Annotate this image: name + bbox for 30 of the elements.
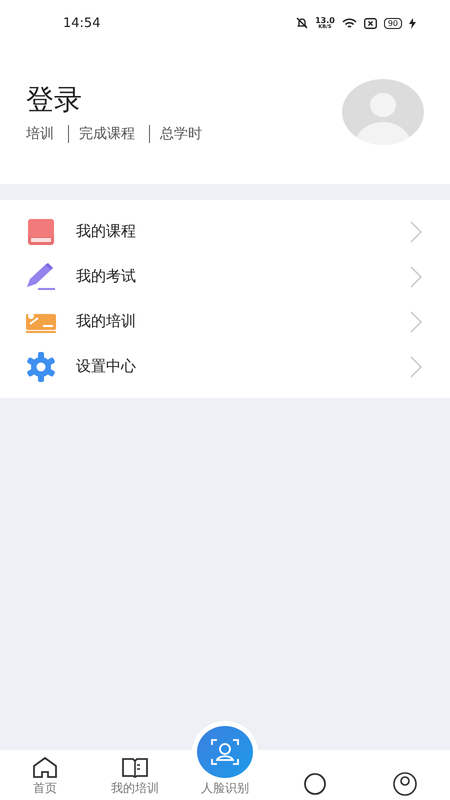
chevron-right-icon: [410, 266, 422, 288]
wifi-icon: [342, 18, 357, 28]
menu-item[interactable]: 我的考试: [0, 254, 450, 299]
stat-label: 完成课程: [68, 125, 149, 143]
chevron-right-icon: [410, 220, 422, 242]
menu-item[interactable]: 设置中心: [0, 344, 450, 389]
face-scan-icon: [197, 726, 253, 778]
stat-label: 总学时: [149, 125, 216, 143]
chevron-right-icon: [410, 310, 422, 332]
tab-item[interactable]: 人脸识别: [180, 720, 270, 800]
pencil-icon: [25, 262, 57, 290]
tab-item[interactable]: 我的培训: [90, 750, 180, 800]
open-book-icon: [121, 756, 149, 778]
bell-muted-icon: [296, 17, 308, 29]
circle-icon: [302, 771, 328, 797]
chevron-right-icon: [410, 356, 422, 378]
settings-icon: [25, 350, 57, 382]
book-icon: [26, 218, 56, 246]
person-icon: [392, 771, 418, 797]
network-speed: 13.0: [315, 16, 335, 24]
charging-icon: [409, 18, 416, 28]
menu-item[interactable]: 我的课程: [0, 209, 450, 254]
battery-level: 90: [384, 18, 402, 28]
sim-icon: [364, 18, 377, 28]
clock: 14:54: [63, 16, 100, 30]
menu-item[interactable]: 我的培训: [0, 299, 450, 344]
tab-item[interactable]: 首页: [0, 750, 90, 800]
stat-label: 培训: [26, 125, 55, 143]
home-icon: [32, 756, 58, 778]
login-title[interactable]: 登录: [26, 81, 342, 119]
